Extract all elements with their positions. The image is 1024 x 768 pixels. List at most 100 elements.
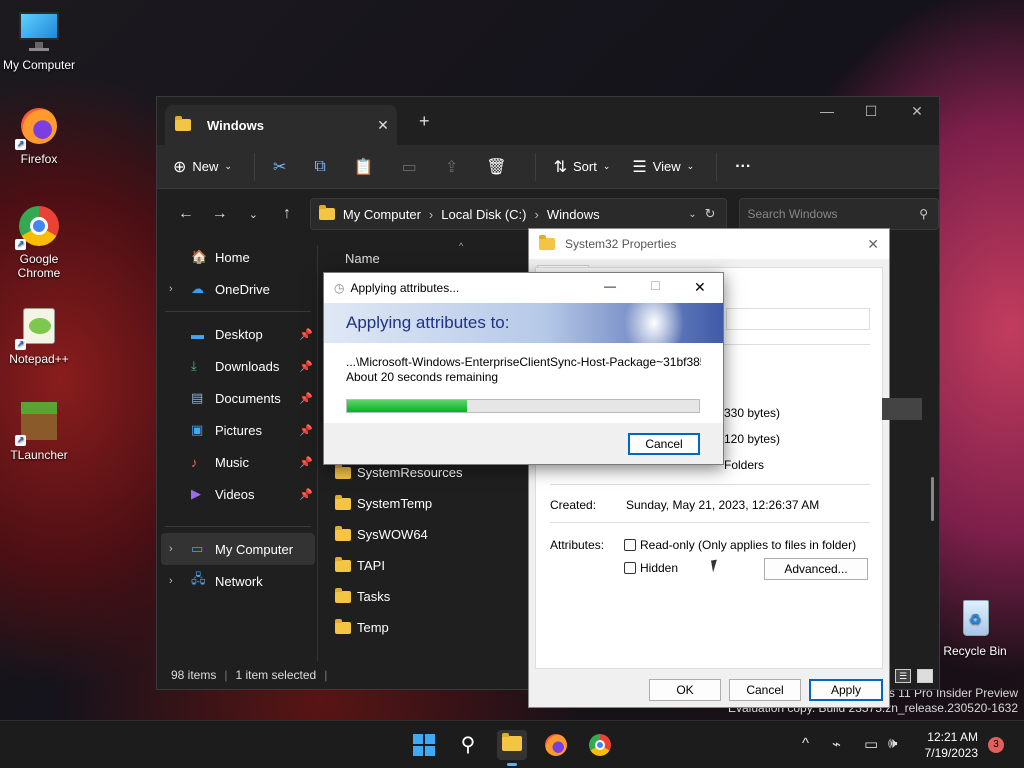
column-header-name[interactable]: Name [345, 251, 380, 266]
dialog-titlebar: ◷ Applying attributes... — ☐ ✕ [324, 273, 723, 303]
taskbar-file-explorer[interactable] [497, 730, 527, 766]
desktop-icon-my-computer[interactable]: My Computer [1, 10, 77, 72]
monitor-icon [17, 10, 61, 54]
minimize-button[interactable]: — [805, 103, 849, 119]
breadcrumb-windows[interactable]: Windows [547, 207, 600, 222]
pin-icon: 📌 [299, 392, 313, 405]
maximize-button[interactable]: ☐ [849, 103, 893, 120]
taskbar-firefox[interactable] [541, 730, 571, 760]
sidebar-item-documents[interactable]: ▤ Documents 📌 [157, 382, 319, 414]
sidebar-item-videos[interactable]: ▶ Videos 📌 [157, 478, 319, 510]
copy-button[interactable]: ⧉ [314, 158, 331, 176]
sidebar-label: Downloads [215, 358, 280, 374]
forward-button[interactable]: → [203, 205, 237, 223]
status-bar: 98 items | 1 item selected | [171, 668, 328, 682]
show-hidden-icons-button[interactable]: ^ [802, 735, 809, 752]
advanced-button[interactable]: Advanced... [764, 558, 868, 580]
up-button[interactable]: ↑ [270, 205, 304, 223]
file-list: SystemResources SystemTemp SysWOW64 TAPI… [333, 457, 533, 643]
readonly-label: Read-only (Only applies to files in fold… [640, 538, 857, 552]
rename-button[interactable]: ▭ [402, 157, 423, 177]
sidebar-item-home[interactable]: 🏠 Home [157, 241, 319, 273]
clock[interactable]: 12:21 AM 7/19/2023 [925, 729, 978, 761]
close-button[interactable]: ✕ [895, 103, 939, 120]
list-item[interactable]: TAPI [333, 550, 533, 581]
scissors-icon: ✂ [272, 158, 287, 176]
time-remaining: About 20 seconds remaining [346, 370, 499, 384]
maximize-button[interactable]: ☐ [650, 279, 661, 293]
tab-windows[interactable]: Windows ✕ [165, 105, 397, 145]
desktop-icon-firefox[interactable]: ↗ Firefox [1, 104, 77, 166]
details-view-button[interactable]: ☰ [895, 669, 911, 683]
desktop-icon-chrome[interactable]: ↗ Google Chrome [1, 204, 77, 280]
sidebar-label: Home [215, 249, 250, 265]
cancel-button[interactable]: Cancel [628, 433, 700, 455]
chevron-down-icon[interactable]: ⌄ [688, 209, 696, 220]
windows-logo-icon [413, 734, 435, 756]
checkbox-icon[interactable] [624, 539, 636, 551]
checkbox-icon[interactable] [624, 562, 636, 574]
sort-button[interactable]: ⇅ Sort ⌄ [554, 157, 611, 177]
chevron-right-icon[interactable]: › [169, 543, 173, 555]
apply-button[interactable]: Apply [809, 679, 883, 701]
new-tab-button[interactable]: + [419, 111, 430, 132]
volume-icon[interactable]: 🕪 [888, 735, 897, 752]
sidebar-item-network[interactable]: › 🖧 Network [157, 565, 319, 597]
display-icon[interactable]: ▭ [864, 735, 878, 753]
cancel-button[interactable]: Cancel [729, 679, 801, 701]
back-button[interactable]: ← [169, 205, 203, 223]
tiles-view-button[interactable] [917, 669, 933, 683]
sidebar-item-my-computer[interactable]: › ▭ My Computer [161, 533, 315, 565]
pane-divider [317, 245, 318, 661]
list-item[interactable]: SystemTemp [333, 488, 533, 519]
minimize-button[interactable]: — [604, 279, 616, 293]
breadcrumb[interactable]: My Computer › Local Disk (C:) › Windows ⌄ … [309, 198, 727, 230]
desktop-icon-tlauncher[interactable]: ↗ TLauncher [1, 400, 77, 462]
sidebar-item-desktop[interactable]: ▬ Desktop 📌 [157, 318, 319, 350]
list-item[interactable]: Temp [333, 612, 533, 643]
chevron-right-icon[interactable]: › [169, 575, 173, 587]
folder-name-field[interactable] [726, 308, 870, 330]
sidebar-item-pictures[interactable]: ▣ Pictures 📌 [157, 414, 319, 446]
chevron-right-icon[interactable]: › [169, 283, 173, 295]
delete-button[interactable]: 🗑 [486, 157, 512, 177]
sidebar-item-downloads[interactable]: ⤓ Downloads 📌 [157, 350, 319, 382]
close-tab-icon[interactable]: ✕ [369, 117, 397, 134]
list-item[interactable]: SysWOW64 [333, 519, 533, 550]
breadcrumb-my-computer[interactable]: My Computer [343, 207, 421, 222]
view-button[interactable]: ☰ View ⌄ [632, 157, 694, 177]
desktop-icon-notepadpp[interactable]: ↗ Notepad++ [1, 304, 77, 366]
folder-icon [175, 116, 191, 131]
hidden-checkbox[interactable]: Hidden [624, 561, 678, 575]
start-button[interactable] [409, 730, 439, 760]
sidebar-item-music[interactable]: ♪ Music 📌 [157, 446, 319, 478]
cut-button[interactable]: ✂ [273, 157, 292, 177]
search-button[interactable]: ⚲ [453, 730, 483, 760]
paste-button[interactable]: 📋 [354, 157, 380, 177]
list-item[interactable]: Tasks [333, 581, 533, 612]
taskbar-chrome[interactable] [585, 730, 615, 760]
cloud-icon: ☁ [191, 281, 204, 296]
properties-titlebar: System32 Properties ✕ [529, 229, 889, 259]
network-status-icon[interactable]: ⌁ [832, 735, 841, 753]
taskbar: ⚲ ^ ⌁ ▭ 🕪 12:21 AM 7/19/2023 3 [0, 720, 1024, 768]
close-button[interactable]: ✕ [694, 279, 706, 296]
desktop-icon-recycle-bin[interactable]: ♻ Recycle Bin [937, 596, 1013, 658]
breadcrumb-local-disk[interactable]: Local Disk (C:) [441, 207, 526, 222]
more-options-button[interactable]: ··· [735, 158, 757, 176]
scrollbar[interactable] [931, 477, 934, 521]
share-button[interactable]: ⇪ [445, 157, 464, 177]
readonly-checkbox[interactable]: Read-only (Only applies to files in fold… [624, 538, 856, 552]
folder-icon [539, 235, 555, 250]
refresh-icon[interactable]: ↻ [705, 206, 716, 222]
music-icon: ♪ [191, 454, 198, 470]
recent-locations-button[interactable]: ⌄ [236, 208, 270, 221]
notification-badge[interactable]: 3 [988, 737, 1004, 753]
new-button[interactable]: ⊕ New ⌄ [173, 157, 232, 177]
close-icon[interactable]: ✕ [867, 236, 879, 253]
search-input[interactable]: Search Windows ⚲ [738, 198, 939, 230]
sidebar-item-onedrive[interactable]: › ☁ OneDrive [157, 273, 319, 305]
ok-button[interactable]: OK [649, 679, 721, 701]
desktop-icon-label: Google Chrome [17, 252, 61, 280]
progress-bar [346, 399, 700, 413]
